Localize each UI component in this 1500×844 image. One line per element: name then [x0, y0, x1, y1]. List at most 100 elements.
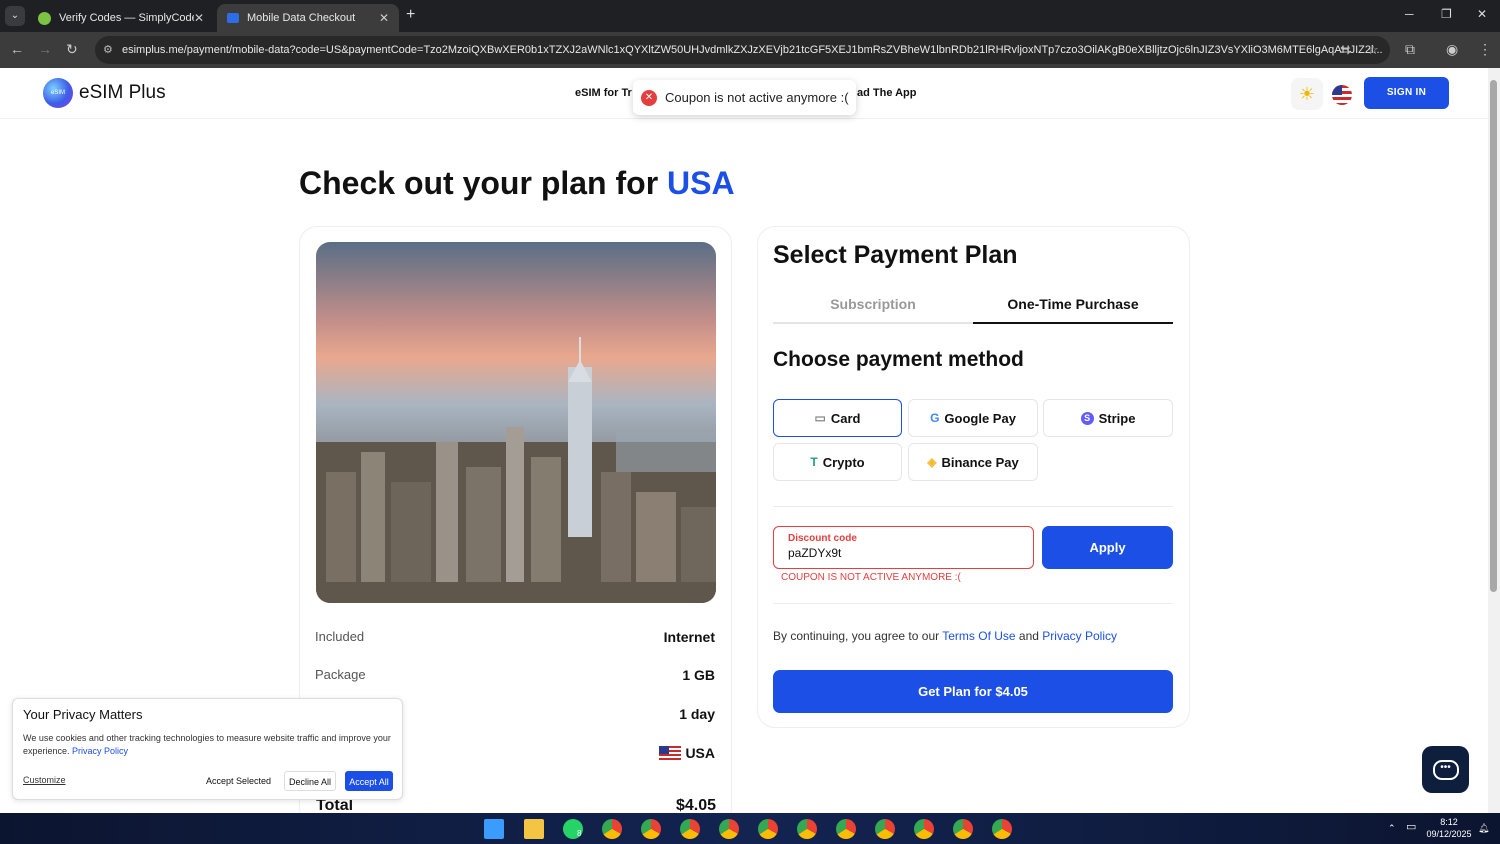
accept-all-button[interactable]: Accept All	[345, 771, 393, 791]
nav-download-app[interactable]: ad The App	[857, 87, 916, 99]
us-flag-icon	[659, 746, 682, 760]
plan-row-included: Included Internet	[315, 629, 715, 645]
chrome-icon[interactable]	[914, 819, 934, 839]
apply-button[interactable]: Apply	[1042, 526, 1173, 569]
discount-code-field[interactable]: Discount code	[773, 526, 1034, 569]
error-toast: ✕ Coupon is not active anymore :(	[633, 80, 856, 115]
tray-overflow-icon[interactable]: ⌃	[1388, 822, 1396, 834]
method-label: Google Pay	[944, 410, 1016, 426]
extensions-icon[interactable]: ⧉	[1405, 41, 1415, 58]
profile-icon[interactable]: ◉	[1446, 41, 1458, 58]
customize-link[interactable]: Customize	[23, 775, 66, 785]
payment-method-card[interactable]: ▭ Card	[773, 399, 902, 437]
back-icon[interactable]: ←	[10, 41, 24, 57]
clock-time: 8:12	[1440, 817, 1458, 827]
browser-menu-icon[interactable]: ⋮	[1478, 41, 1492, 58]
scrollbar-thumb[interactable]	[1490, 80, 1497, 592]
clock-date: 09/12/2025	[1426, 829, 1472, 839]
terms-link[interactable]: Terms Of Use	[942, 629, 1015, 643]
discount-code-input[interactable]	[788, 546, 1008, 560]
esimplus-favicon-icon	[227, 13, 239, 23]
tab-search-icon[interactable]: ⌄	[5, 6, 25, 26]
chrome-icon[interactable]	[836, 819, 856, 839]
plan-row-package: Package 1 GB	[315, 667, 715, 683]
restore-icon[interactable]: ❐	[1441, 7, 1452, 21]
language-selector[interactable]	[1328, 78, 1356, 110]
row-label: Package	[315, 667, 366, 682]
tab-one-time-purchase[interactable]: One-Time Purchase	[973, 296, 1173, 324]
notification-bell-icon[interactable]: 🔔︎	[1478, 822, 1489, 834]
chrome-icon[interactable]	[602, 819, 622, 839]
privacy-link[interactable]: Privacy Policy	[1042, 629, 1117, 643]
agreement-text: By continuing, you agree to our Terms Of…	[773, 629, 1117, 643]
chrome-icon[interactable]	[953, 819, 973, 839]
title-country: USA	[667, 165, 735, 201]
method-label: Crypto	[822, 454, 865, 470]
chat-support-button[interactable]: •••	[1422, 746, 1469, 793]
theme-toggle-sun-icon[interactable]: ☀	[1291, 78, 1323, 110]
clock[interactable]: 8:12 09/12/2025	[1424, 816, 1474, 840]
new-tab-icon[interactable]: +	[406, 6, 415, 24]
browser-tab-checkout[interactable]: Mobile Data Checkout ✕	[217, 4, 399, 32]
windows-start-icon[interactable]	[484, 819, 504, 839]
browser-tab-simplycodes[interactable]: Verify Codes — SimplyCodes ✕	[28, 4, 214, 32]
windows-taskbar: 8 ⌃ ▭ 8:12 09/12/2025 🔔︎	[0, 813, 1500, 844]
tab-subscription[interactable]: Subscription	[773, 296, 973, 324]
privacy-title: Your Privacy Matters	[23, 707, 143, 722]
payment-plan-title: Select Payment Plan	[773, 241, 1018, 269]
toast-message: Coupon is not active anymore :(	[665, 90, 849, 105]
close-tab-icon[interactable]: ✕	[194, 11, 204, 25]
whatsapp-icon[interactable]: 8	[563, 819, 583, 839]
translate-icon[interactable]: ⇆	[1340, 36, 1351, 64]
row-value: USA	[659, 745, 715, 761]
tether-icon: T	[810, 455, 818, 469]
network-icon[interactable]: ▭	[1406, 821, 1416, 833]
title-prefix: Check out your plan for	[299, 165, 659, 201]
row-value: 1 GB	[682, 667, 715, 683]
minimize-icon[interactable]: ─	[1405, 7, 1414, 21]
new-york-skyline-image	[316, 242, 716, 603]
logo-text: eSIM Plus	[79, 82, 166, 103]
logo-mark: eSIM	[43, 78, 73, 108]
chrome-icon[interactable]	[797, 819, 817, 839]
stripe-icon: S	[1080, 411, 1094, 425]
payment-method-title: Choose payment method	[773, 348, 1024, 371]
chrome-icon[interactable]	[992, 819, 1012, 839]
close-window-icon[interactable]: ✕	[1477, 7, 1487, 21]
payment-method-binance-pay[interactable]: ◈ Binance Pay	[908, 443, 1038, 481]
payment-method-crypto[interactable]: T Crypto	[773, 443, 902, 481]
payment-method-google-pay[interactable]: G Google Pay	[908, 399, 1038, 437]
chrome-icon[interactable]	[758, 819, 778, 839]
credit-card-icon: ▭	[814, 411, 826, 425]
google-icon: G	[930, 411, 940, 425]
esimplus-logo[interactable]: eSIM eSIM Plus	[43, 78, 166, 108]
site-info-icon[interactable]: ⚙	[103, 36, 113, 64]
address-bar-row: ← → ↻ ⚙ esimplus.me/payment/mobile-data?…	[0, 32, 1500, 68]
chrome-icon[interactable]	[875, 819, 895, 839]
file-explorer-icon[interactable]	[524, 819, 544, 839]
payment-method-stripe[interactable]: S Stripe	[1043, 399, 1173, 437]
discount-error-text: COUPON IS NOT ACTIVE ANYMORE :(	[781, 572, 961, 583]
chrome-icon[interactable]	[719, 819, 739, 839]
page-scrollbar[interactable]	[1488, 68, 1500, 813]
discount-label: Discount code	[788, 533, 857, 544]
url-text: esimplus.me/payment/mobile-data?code=US&…	[122, 44, 1383, 56]
reload-icon[interactable]: ↻	[66, 41, 78, 58]
url-field[interactable]: ⚙ esimplus.me/payment/mobile-data?code=U…	[95, 36, 1390, 64]
cookie-consent-banner: Your Privacy Matters We use cookies and …	[12, 698, 403, 800]
close-tab-icon[interactable]: ✕	[379, 11, 389, 25]
tab-title: Mobile Data Checkout	[247, 12, 356, 24]
privacy-policy-link[interactable]: Privacy Policy	[72, 746, 128, 756]
nav-esim-for-travel[interactable]: eSIM for Tr	[575, 87, 632, 99]
bookmark-star-icon[interactable]: ☆	[1367, 36, 1379, 64]
accept-selected-button[interactable]: Accept Selected	[201, 771, 276, 791]
chrome-icon[interactable]	[680, 819, 700, 839]
sign-in-button[interactable]: SIGN IN	[1364, 77, 1449, 109]
chrome-icon[interactable]	[641, 819, 661, 839]
decline-all-button[interactable]: Decline All	[284, 771, 336, 791]
get-plan-button[interactable]: Get Plan for $4.05	[773, 670, 1173, 713]
error-icon: ✕	[641, 89, 657, 106]
forward-icon[interactable]: →	[38, 41, 52, 57]
row-value: 1 day	[679, 706, 715, 722]
row-value: Internet	[663, 629, 715, 645]
